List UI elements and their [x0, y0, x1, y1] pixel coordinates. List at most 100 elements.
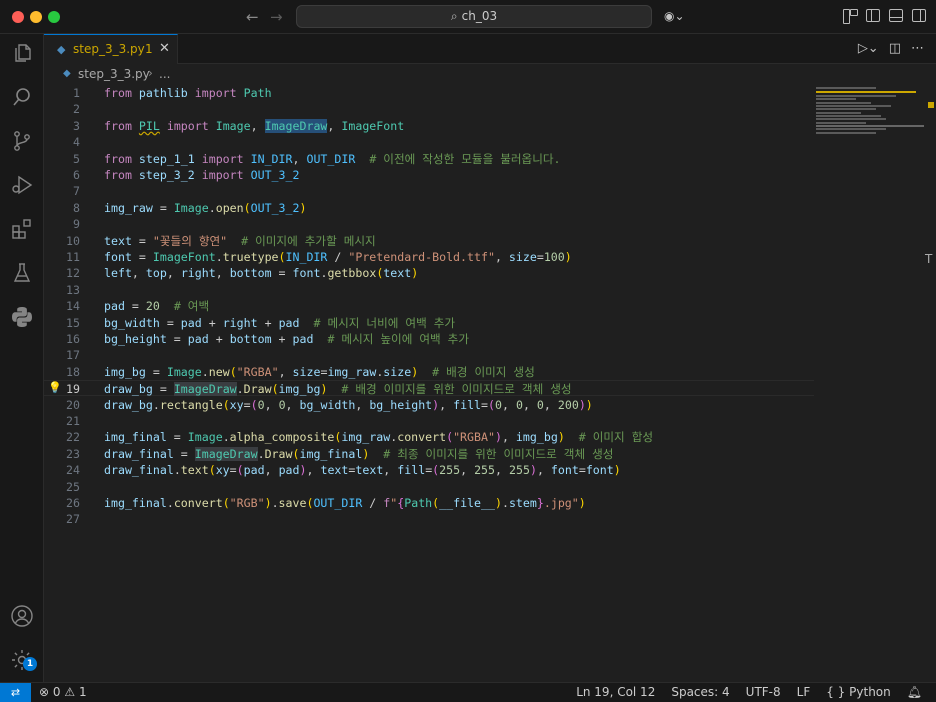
code-text: text = "꽃들의 향연" # 이미지에 추가할 메시지	[104, 233, 376, 248]
code-line[interactable]: 25	[44, 479, 814, 495]
toggle-panel-icon[interactable]	[889, 9, 903, 22]
line-number: 19	[66, 382, 80, 397]
status-bar: ⇄ ⊗ 0 ⚠ 1 Ln 19, Col 12 Spaces: 4 UTF-8 …	[0, 682, 936, 702]
line-number: 24	[66, 463, 80, 478]
chevron-right-icon: ›	[148, 66, 153, 80]
close-window-button[interactable]	[12, 11, 24, 23]
toggle-primary-sidebar-icon[interactable]	[866, 9, 880, 22]
problems-indicator[interactable]: ⊗ 0 ⚠ 1	[39, 685, 87, 699]
code-text: draw_bg.rectangle(xy=(0, 0, bg_width, bg…	[104, 397, 593, 412]
code-line[interactable]: 24 draw_final.text(xy=(pad, pad), text=te…	[44, 462, 814, 478]
breadcrumb-symbols[interactable]: ...	[159, 67, 170, 81]
line-number: 8	[73, 200, 80, 215]
code-text: img_bg = Image.new("RGBA", size=img_raw.…	[104, 364, 535, 379]
line-number: 12	[66, 266, 80, 281]
explorer-icon[interactable]	[10, 41, 34, 65]
notifications-bell-icon[interactable]: 🔔︎	[907, 685, 922, 699]
code-line[interactable]: 14 pad = 20 # 여백	[44, 298, 814, 314]
code-line[interactable]: 17	[44, 347, 814, 363]
code-line[interactable]: 11 font = ImageFont.truetype(IN_DIR / "Pr…	[44, 249, 814, 265]
code-line[interactable]: 27	[44, 511, 814, 527]
code-line[interactable]: 18 img_bg = Image.new("RGBA", size=img_ra…	[44, 364, 814, 380]
line-number: 3	[73, 118, 80, 133]
code-line[interactable]: 12 left, top, right, bottom = font.getbbo…	[44, 265, 814, 281]
maximize-window-button[interactable]	[48, 11, 60, 23]
line-number: 1	[73, 86, 80, 100]
encoding[interactable]: UTF-8	[746, 685, 781, 699]
python-file-icon: ◆	[63, 68, 71, 79]
source-control-icon[interactable]	[10, 129, 34, 153]
run-debug-icon[interactable]	[10, 173, 34, 197]
code-editor[interactable]: 💡 1 from pathlib import Path 2 3 from PIL im…	[44, 84, 936, 682]
close-tab-icon[interactable]: ✕	[159, 41, 170, 56]
line-number: 14	[66, 299, 80, 314]
warning-count: 1	[78, 685, 87, 699]
python-file-icon: ◆	[57, 43, 66, 56]
end-of-line[interactable]: LF	[797, 685, 811, 699]
code-line[interactable]: 6 from step_3_2 import OUT_3_2	[44, 167, 814, 183]
code-line[interactable]: 9	[44, 216, 814, 232]
run-python-file-icon[interactable]: ▷⌄	[858, 41, 879, 56]
search-icon: ⌕	[450, 9, 458, 23]
account-icon[interactable]	[10, 604, 34, 628]
code-line[interactable]: 23 draw_final = ImageDraw.Draw(img_final)…	[44, 446, 814, 462]
code-line[interactable]: 16 bg_height = pad + bottom + pad # 메시지 높…	[44, 331, 814, 347]
line-number: 2	[73, 102, 80, 117]
code-line[interactable]: 20 draw_bg.rectangle(xy=(0, 0, bg_width, …	[44, 397, 814, 413]
code-line[interactable]: 10 text = "꽃들의 향연" # 이미지에 추가할 메시지	[44, 233, 814, 249]
code-text: draw_final = ImageDraw.Draw(img_final) #…	[104, 446, 614, 461]
extensions-icon[interactable]	[10, 217, 34, 241]
toggle-secondary-sidebar-icon[interactable]	[912, 9, 926, 22]
code-text: img_raw = Image.open(OUT_3_2)	[104, 200, 307, 215]
python-icon[interactable]	[10, 305, 34, 329]
indentation[interactable]: Spaces: 4	[671, 685, 729, 699]
code-line[interactable]: 21	[44, 413, 814, 429]
code-text: pad = 20 # 여백	[104, 299, 210, 314]
more-actions-icon[interactable]: ⋯	[911, 41, 924, 56]
search-icon[interactable]	[10, 85, 34, 109]
command-center-search[interactable]: ⌕ ch_03	[296, 5, 652, 28]
line-number: 13	[66, 282, 80, 297]
code-line[interactable]: 2	[44, 101, 814, 117]
code-line[interactable]: 15 bg_width = pad + right + pad # 메시지 너비에…	[44, 315, 814, 331]
remote-indicator-icon[interactable]: ⇄	[0, 683, 31, 702]
code-line[interactable]: 13	[44, 282, 814, 298]
code-line[interactable]: 4	[44, 134, 814, 150]
code-line[interactable]: 5 from step_1_1 import IN_DIR, OUT_DIR # …	[44, 151, 814, 167]
back-arrow-icon[interactable]: ←	[246, 8, 259, 26]
code-line[interactable]: 22 img_final = Image.alpha_composite(img_…	[44, 429, 814, 445]
line-number: 20	[66, 397, 80, 412]
code-line[interactable]: 7	[44, 183, 814, 199]
cursor-position[interactable]: Ln 19, Col 12	[576, 685, 655, 699]
minimap[interactable]	[816, 84, 926, 144]
window-title: ch_03	[461, 9, 498, 23]
forward-arrow-icon[interactable]: →	[270, 8, 283, 26]
copilot-icon[interactable]: ◉⌄	[664, 9, 685, 23]
title-bar: ← → ⌕ ch_03 ◉⌄	[0, 0, 936, 34]
code-text: from step_3_2 import OUT_3_2	[104, 168, 300, 182]
code-text: draw_bg = ImageDraw.Draw(img_bg) # 배경 이미…	[104, 382, 572, 397]
code-line[interactable]: 8 img_raw = Image.open(OUT_3_2)	[44, 200, 814, 216]
code-line[interactable]: 19 draw_bg = ImageDraw.Draw(img_bg) # 배경 …	[44, 380, 814, 397]
line-number: 7	[73, 184, 80, 199]
code-text: from step_1_1 import IN_DIR, OUT_DIR # 이…	[104, 151, 561, 166]
customize-layout-icon[interactable]	[843, 9, 858, 24]
language-mode[interactable]: { } Python	[826, 685, 891, 699]
line-number: 26	[66, 496, 80, 510]
testing-icon[interactable]	[10, 261, 34, 285]
code-text: img_final = Image.alpha_composite(img_ra…	[104, 430, 654, 445]
code-text: from PIL import Image, ImageDraw, ImageF…	[104, 118, 405, 133]
code-line[interactable]: 1 from pathlib import Path	[44, 85, 814, 101]
code-text: font = ImageFont.truetype(IN_DIR / "Pret…	[104, 250, 572, 264]
error-icon: ⊗	[39, 685, 50, 699]
code-line[interactable]: 26 img_final.convert("RGB").save(OUT_DIR …	[44, 495, 814, 511]
tab-problem-count: 1	[145, 42, 153, 56]
line-number: 10	[66, 233, 80, 248]
tab-step-3-3[interactable]: ◆ step_3_3.py 1 ✕	[44, 34, 178, 64]
line-number: 6	[73, 168, 80, 182]
code-line[interactable]: 3 from PIL import Image, ImageDraw, Image…	[44, 118, 814, 134]
minimize-window-button[interactable]	[30, 11, 42, 23]
split-editor-icon[interactable]: ◫	[889, 41, 901, 56]
line-number: 11	[66, 250, 80, 264]
breadcrumb-file[interactable]: step_3_3.py	[78, 67, 150, 81]
